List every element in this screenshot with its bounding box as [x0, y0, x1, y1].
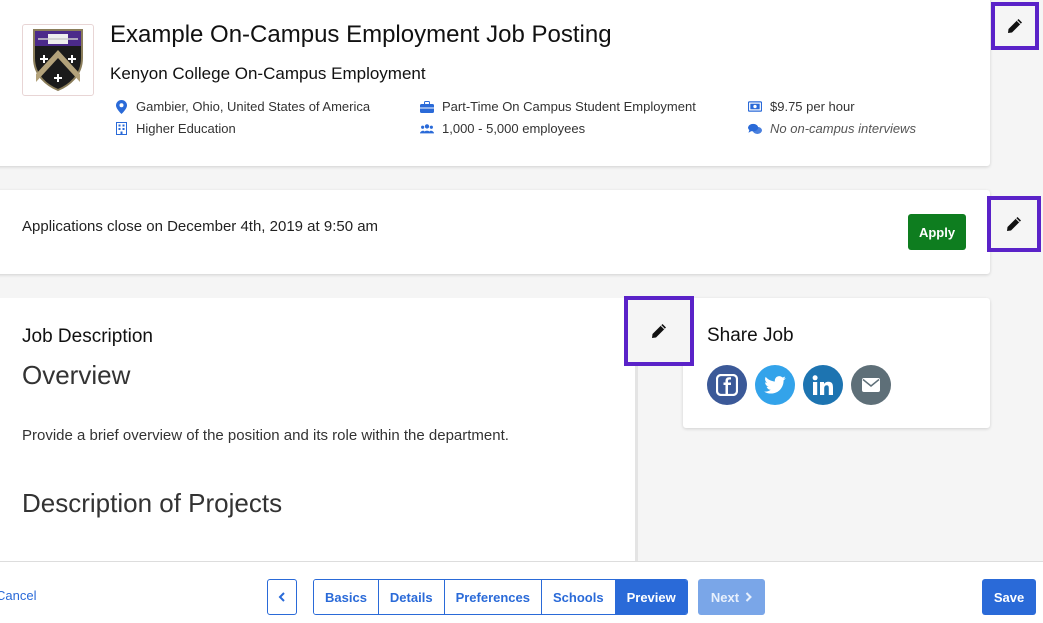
job-description-label: Job Description [22, 326, 153, 347]
chevron-right-icon [745, 592, 753, 602]
job-header-card: Example On-Campus Employment Job Posting… [0, 0, 990, 166]
step-basics[interactable]: Basics [314, 580, 379, 614]
meta-interviews: No on-campus interviews [748, 121, 916, 136]
twitter-icon [764, 376, 786, 394]
apply-button[interactable]: Apply [908, 214, 966, 250]
overview-heading: Overview [22, 360, 131, 390]
kenyon-crest-icon [33, 29, 83, 92]
overview-text: Provide a brief overview of the position… [22, 427, 509, 444]
employer-logo [22, 24, 94, 96]
previous-step-button[interactable] [267, 579, 297, 615]
job-description-card: Job Description Overview Provide a brief… [0, 298, 638, 598]
edit-header-button[interactable] [991, 2, 1039, 50]
twitter-share-button[interactable] [755, 365, 795, 405]
cancel-link[interactable]: Cancel [0, 588, 36, 603]
employer-name: Kenyon College On-Campus Employment [110, 64, 426, 83]
step-details[interactable]: Details [378, 580, 445, 614]
next-step-button[interactable]: Next [698, 579, 765, 615]
job-title: Example On-Campus Employment Job Posting [110, 21, 612, 48]
step-preferences[interactable]: Preferences [444, 580, 543, 614]
next-label: Next [710, 589, 740, 605]
industry-text: Higher Education [136, 121, 236, 136]
pencil-icon [1008, 19, 1022, 33]
share-buttons [707, 365, 891, 405]
wizard-footer: Cancel Basics Details Preferences School… [0, 561, 1043, 623]
application-deadline: Applications close on December 4th, 2019… [22, 218, 379, 235]
edit-description-button[interactable] [624, 296, 694, 366]
facebook-icon [716, 374, 738, 396]
comments-icon [748, 122, 762, 136]
pay-text: $9.75 per hour [770, 99, 855, 114]
briefcase-icon [420, 100, 434, 114]
envelope-icon [862, 378, 880, 392]
edit-application-button[interactable] [987, 196, 1041, 252]
share-job-card: Share Job [683, 298, 990, 428]
step-preview[interactable]: Preview [615, 580, 687, 614]
building-icon [114, 122, 128, 136]
wizard-steps: Basics Details Preferences Schools Previ… [313, 579, 688, 615]
map-marker-icon [114, 99, 128, 114]
job-type-text: Part-Time On Campus Student Employment [442, 99, 696, 114]
company-size-text: 1,000 - 5,000 employees [442, 121, 586, 136]
save-button[interactable]: Save [982, 579, 1036, 615]
projects-heading: Description of Projects [22, 488, 283, 518]
money-bill-icon [748, 100, 762, 114]
chevron-left-icon [278, 592, 285, 602]
facebook-share-button[interactable] [707, 365, 747, 405]
users-icon [420, 122, 434, 136]
linkedin-share-button[interactable] [803, 365, 843, 405]
linkedin-icon [812, 375, 833, 395]
meta-pay: $9.75 per hour [748, 99, 855, 114]
meta-industry: Higher Education [114, 121, 236, 136]
meta-location: Gambier, Ohio, United States of America [114, 99, 370, 114]
location-text: Gambier, Ohio, United States of America [136, 99, 371, 114]
meta-company-size: 1,000 - 5,000 employees [420, 121, 585, 136]
meta-job-type: Part-Time On Campus Student Employment [420, 99, 696, 114]
interviews-text: No on-campus interviews [770, 121, 916, 136]
step-schools[interactable]: Schools [542, 580, 616, 614]
pencil-icon [652, 324, 666, 338]
pencil-icon [1007, 217, 1021, 231]
application-card: Applications close on December 4th, 2019… [0, 190, 990, 274]
email-share-button[interactable] [851, 365, 891, 405]
share-job-title: Share Job [707, 325, 794, 346]
